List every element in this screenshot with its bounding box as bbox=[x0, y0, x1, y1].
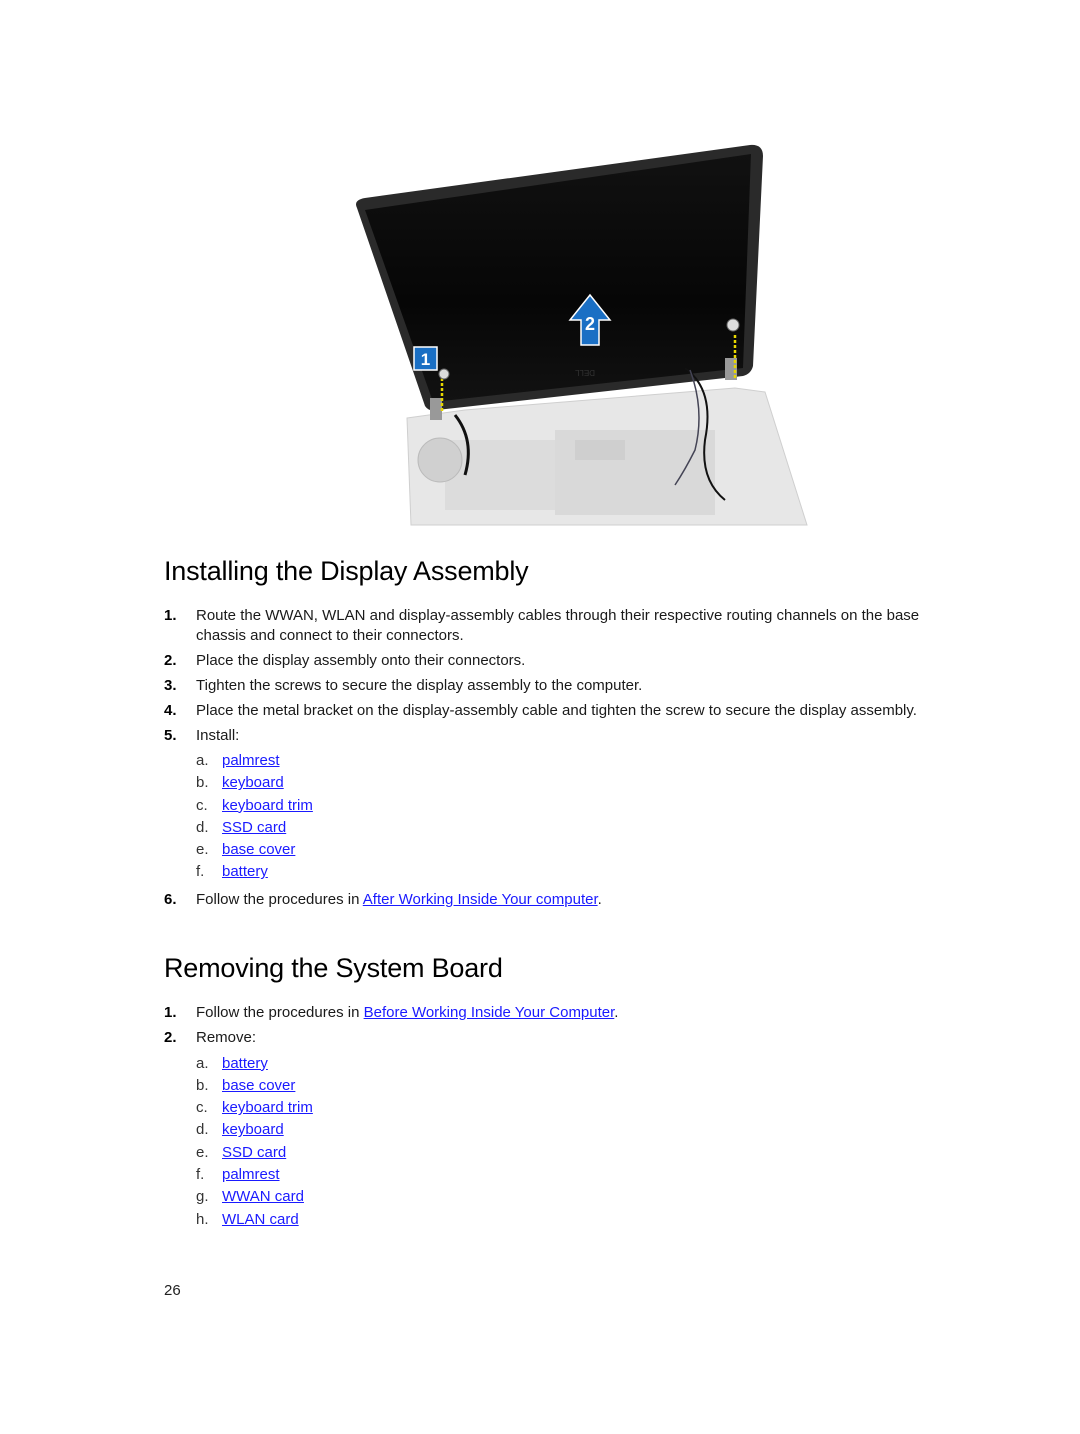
section-heading-installing-display: Installing the Display Assembly bbox=[164, 556, 529, 586]
sub-item: e. base cover bbox=[196, 840, 944, 862]
link-base-cover[interactable]: base cover bbox=[222, 1077, 295, 1094]
section-heading-removing-system-board: Removing the System Board bbox=[164, 953, 503, 983]
svg-text:1: 1 bbox=[421, 350, 430, 369]
sub-letter: e. bbox=[196, 1143, 209, 1161]
sub-item: a. battery bbox=[196, 1054, 944, 1076]
display-assembly-figure: DELL 1 2 bbox=[345, 140, 815, 528]
sub-item: h. WLAN card bbox=[196, 1210, 944, 1232]
step-number: 6. bbox=[164, 891, 177, 909]
sub-item: c. keyboard trim bbox=[196, 1098, 944, 1120]
sub-item: b. keyboard bbox=[196, 773, 944, 795]
step-4: 4. Place the metal bracket on the displa… bbox=[164, 701, 944, 721]
step-1: 1. Follow the procedures in Before Worki… bbox=[164, 1003, 944, 1023]
installing-steps-list: 1. Route the WWAN, WLAN and display-asse… bbox=[164, 606, 944, 915]
laptop-illustration: DELL 1 2 bbox=[356, 144, 808, 526]
link-before-working-inside[interactable]: Before Working Inside Your Computer bbox=[364, 1004, 615, 1021]
sub-letter: f. bbox=[196, 863, 205, 881]
step-number: 2. bbox=[164, 1029, 177, 1046]
sub-letter: h. bbox=[196, 1210, 209, 1228]
step-text-prefix: Follow the procedures in bbox=[196, 891, 363, 909]
sub-letter: d. bbox=[196, 818, 209, 836]
step-text: Place the display assembly onto their co… bbox=[196, 651, 526, 669]
removing-steps-list: 1. Follow the procedures in Before Worki… bbox=[164, 1003, 944, 1237]
step-3: 3. Tighten the screws to secure the disp… bbox=[164, 676, 944, 696]
svg-text:2: 2 bbox=[585, 314, 595, 334]
step-number: 3. bbox=[164, 676, 177, 694]
step-text: Tighten the screws to secure the display… bbox=[196, 676, 643, 694]
step-number: 1. bbox=[164, 607, 177, 624]
sub-item: d. SSD card bbox=[196, 818, 944, 840]
link-keyboard-trim[interactable]: keyboard trim bbox=[222, 1099, 313, 1116]
install-sublist: a. palmrest b. keyboard c. keyboard trim d.… bbox=[196, 751, 944, 885]
sub-letter: b. bbox=[196, 774, 209, 792]
link-keyboard[interactable]: keyboard bbox=[222, 1121, 284, 1138]
step-text-suffix: . bbox=[614, 1004, 619, 1021]
sub-letter: d. bbox=[196, 1121, 209, 1139]
step-2: 2. Remove: a. battery b. base cover c. keyb… bbox=[164, 1028, 944, 1232]
step-number: 5. bbox=[164, 726, 177, 744]
link-palmrest[interactable]: palmrest bbox=[222, 752, 280, 769]
link-battery[interactable]: battery bbox=[222, 1055, 268, 1072]
link-battery[interactable]: battery bbox=[222, 863, 268, 880]
sub-letter: b. bbox=[196, 1076, 209, 1094]
sub-item: e. SSD card bbox=[196, 1143, 944, 1165]
link-base-cover[interactable]: base cover bbox=[222, 841, 295, 858]
sub-letter: e. bbox=[196, 841, 209, 859]
step-6: 6. Follow the procedures in After Workin… bbox=[164, 890, 944, 910]
sub-letter: f. bbox=[196, 1165, 205, 1183]
link-keyboard-trim[interactable]: keyboard trim bbox=[222, 797, 313, 814]
step-text-suffix: . bbox=[597, 891, 602, 909]
step-text: Route the WWAN, WLAN and display-assembl… bbox=[196, 607, 920, 644]
sub-letter: c. bbox=[196, 1099, 208, 1117]
sub-letter: a. bbox=[196, 1054, 209, 1072]
link-wlan-card[interactable]: WLAN card bbox=[222, 1211, 299, 1228]
sub-item: f. palmrest bbox=[196, 1165, 944, 1187]
sub-item: a. palmrest bbox=[196, 751, 944, 773]
step-5: 5. Install: a. palmrest b. keyboard c. keyb… bbox=[164, 726, 944, 885]
sub-letter: a. bbox=[196, 752, 209, 769]
sub-item: c. keyboard trim bbox=[196, 796, 944, 818]
link-ssd-card[interactable]: SSD card bbox=[222, 1144, 286, 1161]
sub-item: b. base cover bbox=[196, 1076, 944, 1098]
link-keyboard[interactable]: keyboard bbox=[222, 774, 284, 791]
sub-letter: g. bbox=[196, 1188, 209, 1206]
link-after-working-inside[interactable]: After Working Inside Your computer bbox=[363, 891, 598, 908]
step-number: 4. bbox=[164, 701, 177, 719]
sub-item: g. WWAN card bbox=[196, 1187, 944, 1209]
dell-logo: DELL bbox=[574, 368, 595, 377]
sub-item: f. battery bbox=[196, 862, 944, 884]
step-text-prefix: Follow the procedures in bbox=[196, 1004, 364, 1021]
remove-sublist: a. battery b. base cover c. keyboard trim d… bbox=[196, 1054, 944, 1232]
step-number: 2. bbox=[164, 651, 177, 669]
callout-1-icon: 1 bbox=[413, 346, 438, 371]
step-2: 2. Place the display assembly onto their… bbox=[164, 651, 944, 671]
step-number: 1. bbox=[164, 1004, 177, 1021]
step-text: Remove: bbox=[196, 1029, 257, 1046]
link-ssd-card[interactable]: SSD card bbox=[222, 819, 286, 836]
sub-item: d. keyboard bbox=[196, 1120, 944, 1142]
sub-letter: c. bbox=[196, 796, 208, 814]
step-1: 1. Route the WWAN, WLAN and display-asse… bbox=[164, 606, 944, 645]
page-number: 26 bbox=[164, 1282, 181, 1299]
link-palmrest[interactable]: palmrest bbox=[222, 1166, 280, 1183]
step-text: Place the metal bracket on the display-a… bbox=[196, 701, 917, 719]
step-text: Install: bbox=[196, 726, 240, 744]
link-wwan-card[interactable]: WWAN card bbox=[222, 1188, 304, 1205]
